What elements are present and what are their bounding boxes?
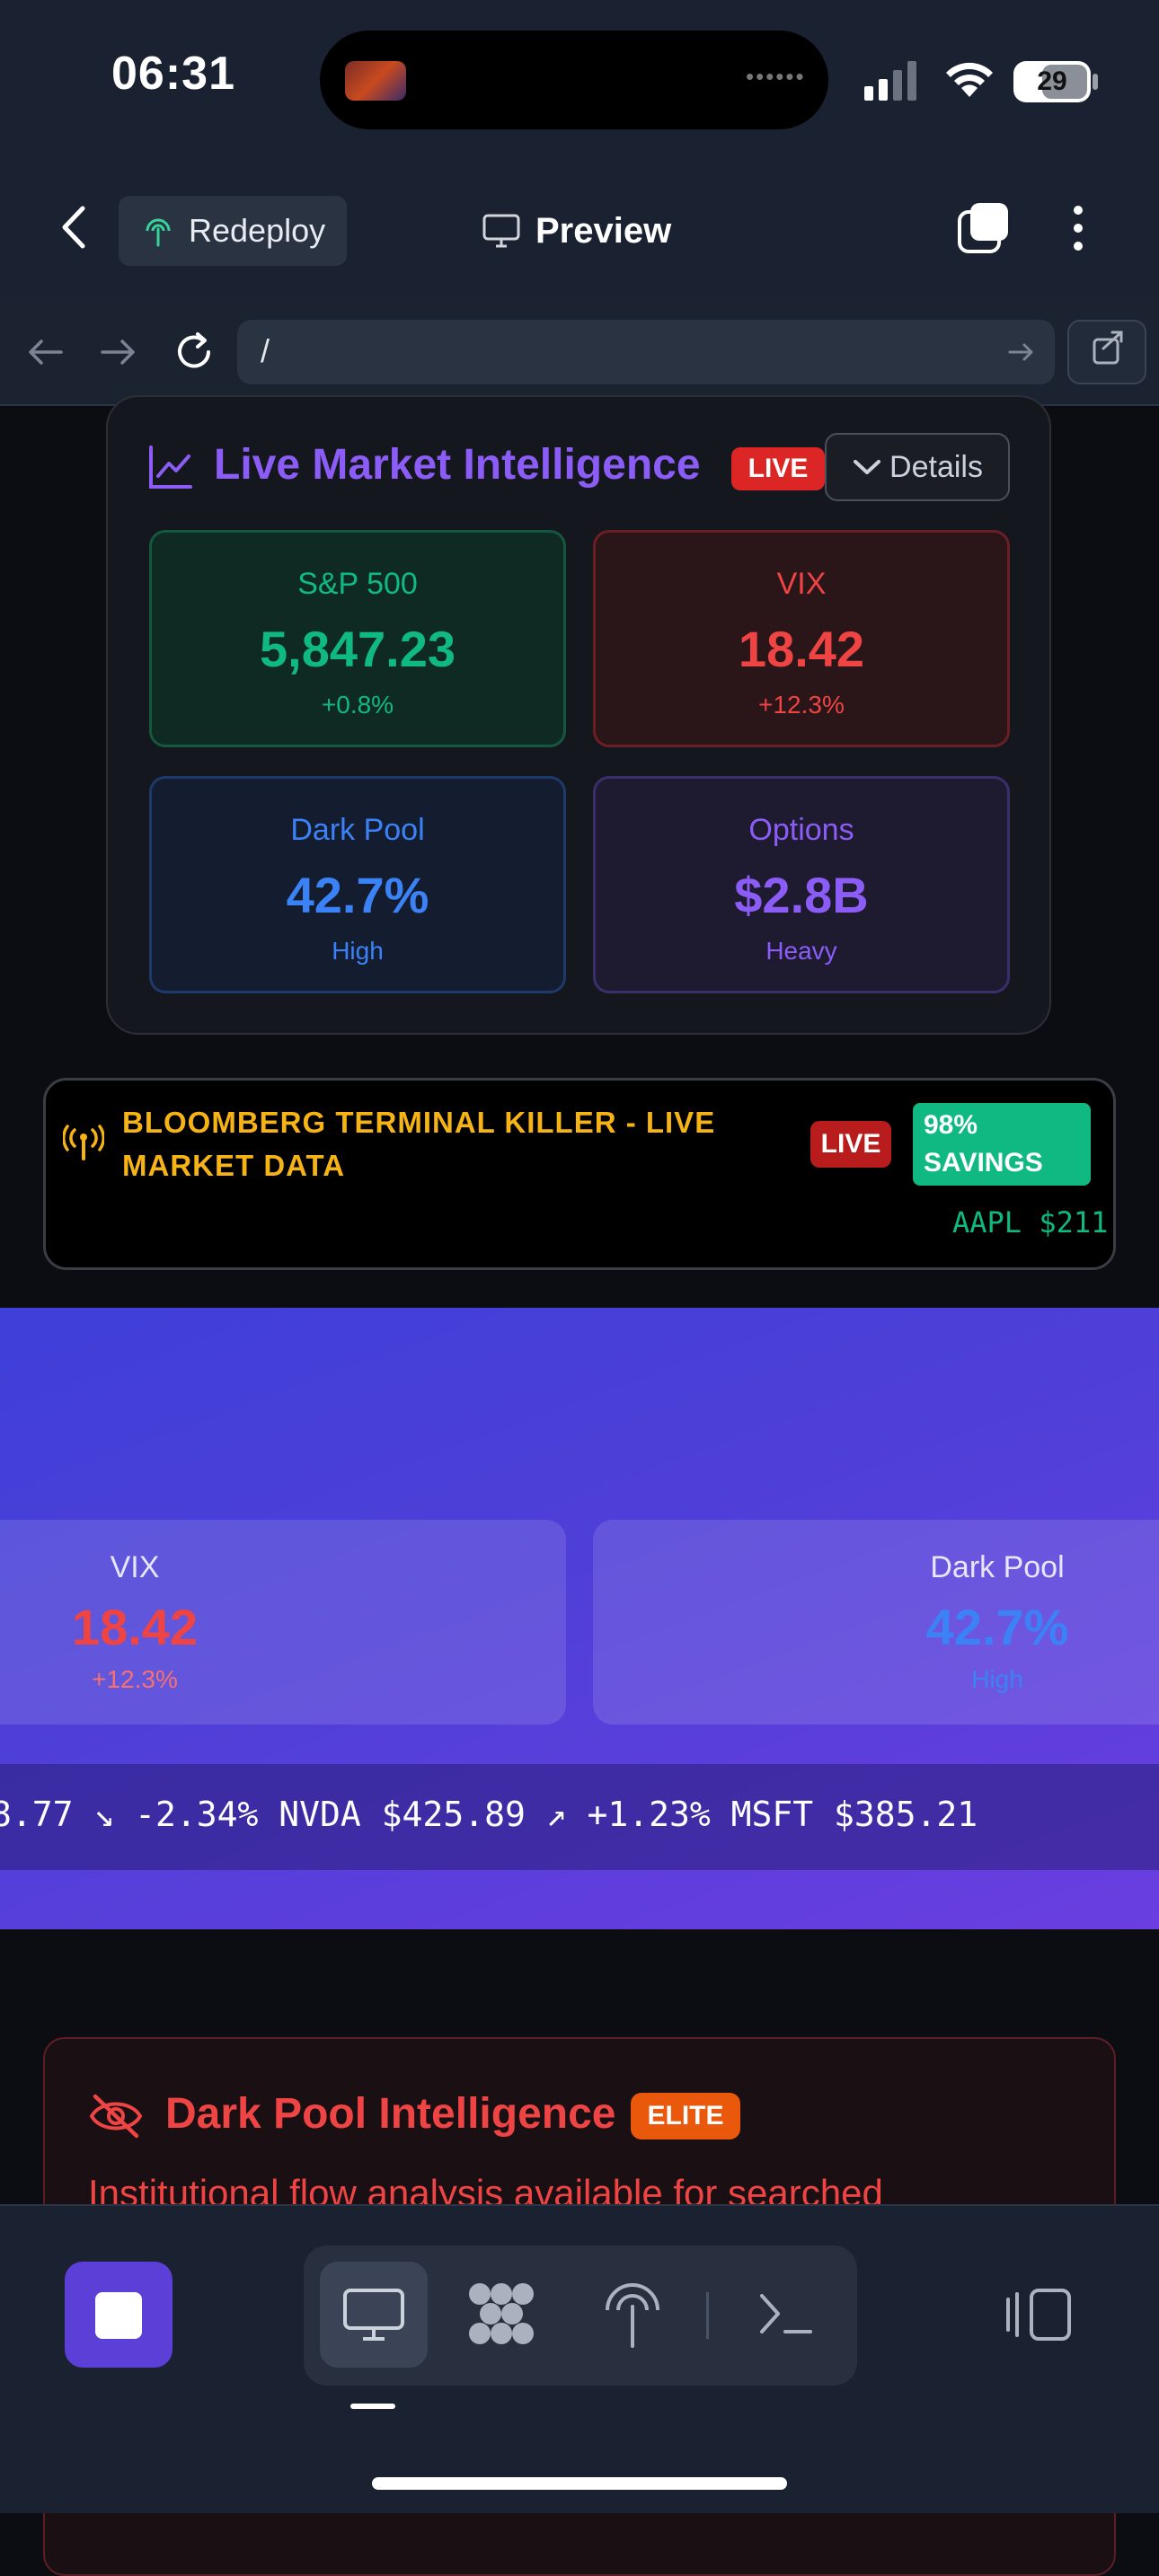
home-indicator	[372, 2477, 787, 2490]
stop-icon	[95, 2292, 142, 2339]
url-text[interactable]: /	[261, 332, 270, 370]
back-chevron-icon[interactable]	[58, 203, 90, 251]
more-vertical-icon[interactable]	[1067, 203, 1089, 253]
trend-chart-icon	[149, 446, 192, 489]
hero-ticker-strip: 8.77 ↘ -2.34% NVDA $425.89 ↗ +1.23% MSFT…	[0, 1764, 1159, 1870]
battery-percent: 29	[1037, 66, 1067, 96]
panel-toggle-icon[interactable]	[1004, 2287, 1075, 2342]
sp500-tile[interactable]: S&P 500 5,847.23 +0.8%	[149, 530, 566, 747]
hero-tile-label: Dark Pool	[930, 1550, 1065, 1584]
eye-off-icon	[89, 2094, 143, 2139]
preview-tab[interactable]: Preview	[482, 199, 671, 262]
monitor-icon[interactable]	[341, 2287, 406, 2342]
terminal-live-badge: LIVE	[810, 1121, 891, 1168]
tile-label: Dark Pool	[290, 813, 425, 847]
deploy-icon[interactable]	[602, 2280, 663, 2350]
open-external-button[interactable]	[1067, 320, 1146, 384]
audio-wave-icon: ••••••	[746, 63, 806, 90]
monitor-icon	[482, 214, 520, 248]
details-label: Details	[889, 449, 983, 484]
wifi-icon	[946, 62, 993, 97]
hero-ticker-text: 8.77 ↘ -2.34% NVDA $425.89 ↗ +1.23% MSFT…	[0, 1795, 978, 1834]
elite-badge: ELITE	[631, 2093, 740, 2139]
go-arrow-icon[interactable]	[1006, 338, 1037, 366]
reload-icon[interactable]	[171, 329, 217, 375]
redeploy-icon	[146, 218, 171, 247]
preview-label: Preview	[535, 210, 672, 251]
terminal-ticker: AAPL $211	[952, 1205, 1109, 1239]
hero-tile-value: 42.7%	[925, 1599, 1069, 1655]
details-button[interactable]: Details	[825, 433, 1010, 501]
browser-forward-icon[interactable]	[99, 334, 138, 370]
battery-tip	[1093, 74, 1098, 90]
tabs-icon[interactable]	[954, 199, 1012, 257]
dark-pool-title: Dark Pool Intelligence	[165, 2090, 616, 2138]
external-link-icon	[1093, 331, 1123, 365]
tile-label: S&P 500	[297, 567, 418, 601]
options-tile[interactable]: Options $2.8B Heavy	[593, 776, 1010, 993]
hero-vix-tile[interactable]: VIX 18.42 +12.3%	[0, 1520, 566, 1725]
hero-tile-value: 18.42	[71, 1599, 199, 1655]
tile-value: 5,847.23	[260, 621, 456, 677]
live-badge: LIVE	[731, 447, 825, 490]
cellular-signal-icon	[864, 61, 916, 101]
toolbar-divider	[706, 2292, 709, 2339]
redeploy-label: Redeploy	[189, 212, 326, 249]
hero-tile-label: VIX	[110, 1550, 160, 1584]
savings-badge: 98% SAVINGS	[913, 1103, 1091, 1186]
market-title: Live Market Intelligence	[214, 441, 701, 489]
hero-tile-status: High	[971, 1665, 1023, 1693]
tile-label: Options	[748, 813, 854, 847]
tile-status: High	[332, 937, 384, 965]
chevron-down-icon	[854, 460, 881, 474]
tile-status: Heavy	[765, 937, 837, 965]
workspace-grid-icon[interactable]	[465, 2280, 537, 2348]
hero-tile-change: +12.3%	[92, 1665, 178, 1693]
status-time: 06:31	[111, 48, 235, 100]
active-tab-indicator	[350, 2404, 395, 2409]
vix-tile[interactable]: VIX 18.42 +12.3%	[593, 530, 1010, 747]
tile-value: 42.7%	[286, 867, 429, 923]
hero-dark-pool-tile[interactable]: Dark Pool 42.7% High	[593, 1520, 1159, 1725]
browser-back-icon[interactable]	[25, 334, 65, 370]
tile-label: VIX	[776, 567, 827, 601]
url-field[interactable]	[237, 320, 1055, 384]
dark-pool-tile[interactable]: Dark Pool 42.7% High	[149, 776, 566, 993]
now-playing-thumbnail[interactable]	[345, 61, 406, 101]
terminal-title: BLOOMBERG TERMINAL KILLER - LIVE MARKET …	[122, 1106, 716, 1182]
stop-button[interactable]	[65, 2262, 173, 2368]
terminal-icon[interactable]	[756, 2289, 814, 2339]
broadcast-icon	[63, 1125, 104, 1160]
tile-change: +0.8%	[321, 691, 394, 719]
tile-value: $2.8B	[734, 867, 869, 923]
tile-value: 18.42	[738, 621, 865, 677]
tile-change: +12.3%	[758, 691, 845, 719]
redeploy-button[interactable]: Redeploy	[119, 196, 347, 266]
